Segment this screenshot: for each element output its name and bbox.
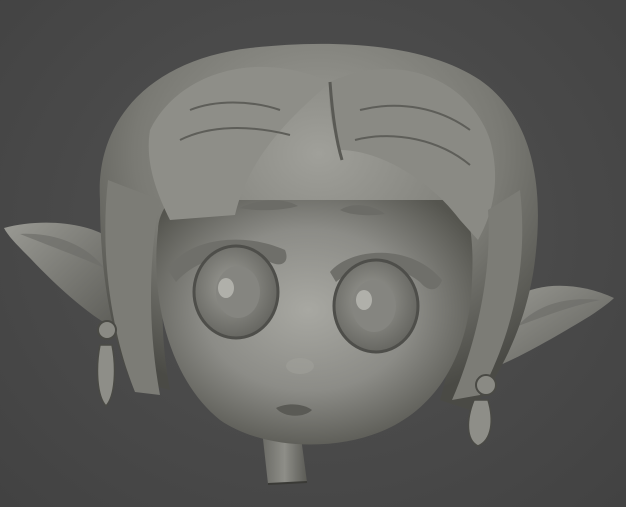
sculpt-viewport[interactable]: [0, 0, 626, 507]
left-earring: [96, 320, 117, 408]
sculpt-render: [4, 43, 614, 485]
nose: [286, 358, 314, 374]
left-ear: [4, 222, 118, 330]
